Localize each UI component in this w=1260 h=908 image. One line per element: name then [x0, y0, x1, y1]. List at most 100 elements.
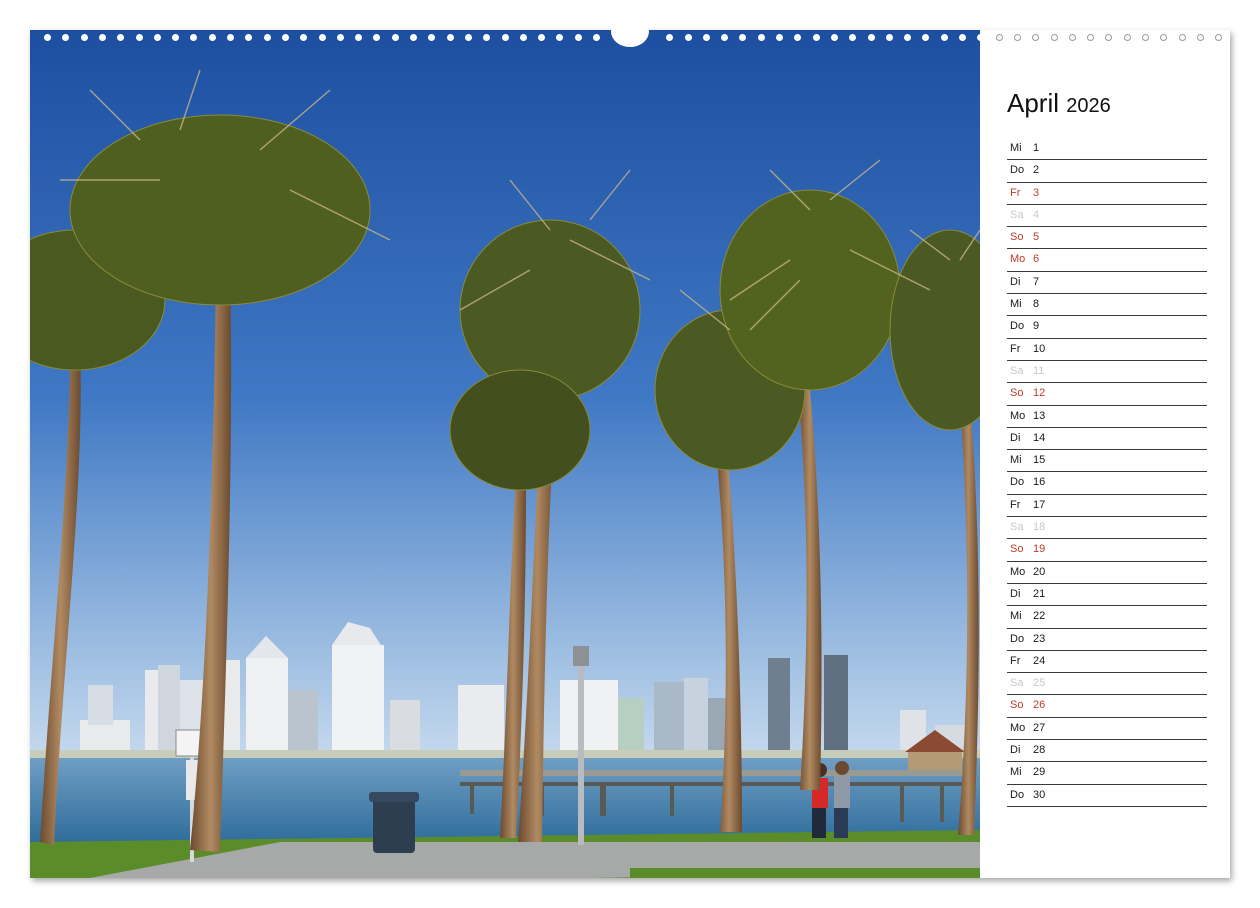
weekday-label: Sa — [1010, 208, 1024, 221]
day-number: 18 — [1033, 521, 1046, 534]
day-row: Do 9 — [1007, 316, 1207, 339]
binding-hole — [538, 34, 546, 41]
day-row: Di 14 — [1007, 428, 1207, 451]
weekday-label: Mi — [1010, 454, 1022, 467]
day-row: Fr 3 — [1007, 183, 1207, 205]
day-number: 2 — [1033, 164, 1040, 177]
day-number: 4 — [1033, 208, 1040, 221]
binding-hole — [1160, 34, 1168, 41]
binding-hole — [519, 34, 527, 41]
day-rows: Mi 1 Do 2 Fr 3 Sa 4 So 5 Mo 6 Di 7 Mi 8 Do 9 Fr 10 Sa 11 So 12 M… — [1007, 138, 1207, 807]
binding-hole — [702, 34, 710, 41]
day-number: 12 — [1033, 387, 1046, 400]
binding-hole — [245, 34, 253, 41]
binding-hole — [1215, 34, 1223, 41]
day-number: 17 — [1033, 498, 1046, 511]
weekday-label: Di — [1010, 275, 1021, 288]
day-row: Mi 15 — [1007, 450, 1207, 473]
day-number: 20 — [1033, 565, 1046, 578]
binding-hole — [1105, 34, 1113, 41]
day-row: So 12 — [1007, 383, 1207, 406]
day-number: 15 — [1033, 454, 1046, 467]
binding-hole — [446, 34, 454, 41]
weekday-label: Fr — [1010, 186, 1021, 199]
weekday-label: So — [1010, 699, 1024, 712]
day-number: 30 — [1033, 788, 1046, 801]
binding-hole — [1178, 34, 1186, 41]
weekday-label: Fr — [1010, 498, 1021, 511]
weekday-label: Di — [1010, 587, 1021, 600]
day-number: 23 — [1033, 632, 1046, 645]
day-row: Sa 11 — [1007, 361, 1207, 384]
day-row: Di 28 — [1007, 740, 1207, 763]
binding-hole — [593, 34, 600, 41]
binding-hole — [721, 34, 729, 41]
binding-hole — [464, 34, 472, 41]
weekday-label: Sa — [1010, 521, 1024, 534]
weekday-label: Mi — [1010, 142, 1022, 154]
day-row: Di 21 — [1007, 584, 1207, 607]
day-row: Do 30 — [1007, 785, 1207, 807]
binding-hole — [556, 34, 564, 41]
binding-hole — [739, 34, 747, 41]
day-number: 3 — [1033, 186, 1040, 199]
day-row: Do 16 — [1007, 472, 1207, 495]
binding-hole — [922, 34, 930, 41]
day-number: 7 — [1033, 275, 1040, 288]
month-year: 2026 — [1066, 95, 1111, 117]
binding-hole — [574, 34, 582, 41]
day-row: Sa 18 — [1007, 517, 1207, 540]
day-row: So 26 — [1007, 695, 1207, 718]
weekday-label: Mo — [1010, 565, 1026, 578]
binding-hole — [830, 34, 838, 41]
trash-can — [369, 792, 419, 853]
day-number: 26 — [1033, 699, 1046, 712]
day-row: Mo 6 — [1007, 249, 1207, 272]
day-row: Fr 24 — [1007, 651, 1207, 674]
day-number: 14 — [1033, 431, 1046, 444]
day-number: 19 — [1033, 543, 1046, 556]
day-row: Do 23 — [1007, 629, 1207, 651]
weekday-label: Mo — [1010, 721, 1026, 734]
binding-hole — [318, 34, 326, 41]
day-number: 1 — [1033, 142, 1040, 154]
day-number: 25 — [1033, 677, 1046, 690]
binding-hole — [885, 34, 893, 41]
binding-hole — [501, 34, 509, 41]
day-number: 11 — [1033, 364, 1045, 377]
day-row: Fr 10 — [1007, 339, 1207, 361]
day-row: Mo 27 — [1007, 718, 1207, 741]
binding-hole — [336, 34, 344, 41]
weekday-label: Do — [1010, 632, 1025, 645]
binding-hole — [1032, 34, 1040, 41]
binding-hole — [959, 34, 966, 41]
binding-hole — [867, 34, 875, 41]
weekday-label: Di — [1010, 431, 1021, 444]
day-number: 8 — [1033, 298, 1040, 311]
binding-hole — [117, 34, 125, 41]
weekday-label: Sa — [1010, 677, 1024, 690]
binding-hole — [1013, 34, 1021, 41]
day-row: Do 2 — [1007, 160, 1207, 183]
weekday-label: Mo — [1010, 253, 1026, 266]
month-name: April — [1007, 88, 1060, 118]
weekday-label: Do — [1010, 320, 1025, 333]
binding-hole — [153, 34, 161, 41]
calendar-photo — [30, 30, 980, 878]
day-row: Mo 20 — [1007, 562, 1207, 584]
weekday-label: Di — [1010, 744, 1021, 757]
day-row: Sa 4 — [1007, 205, 1207, 228]
weekday-label: Do — [1010, 788, 1025, 801]
binding-hole — [172, 34, 180, 41]
binding-hole — [1068, 34, 1076, 41]
binding-hole — [428, 34, 436, 41]
palm-trees-skyline-image — [30, 30, 980, 878]
day-row: Mi 29 — [1007, 762, 1207, 785]
binding-hole — [98, 34, 106, 41]
weekday-label: Fr — [1010, 342, 1021, 355]
day-number: 22 — [1033, 610, 1046, 623]
binding-hole — [849, 34, 857, 41]
day-number: 29 — [1033, 766, 1046, 779]
day-row: Mi 22 — [1007, 606, 1207, 629]
binding-hole — [904, 34, 912, 41]
